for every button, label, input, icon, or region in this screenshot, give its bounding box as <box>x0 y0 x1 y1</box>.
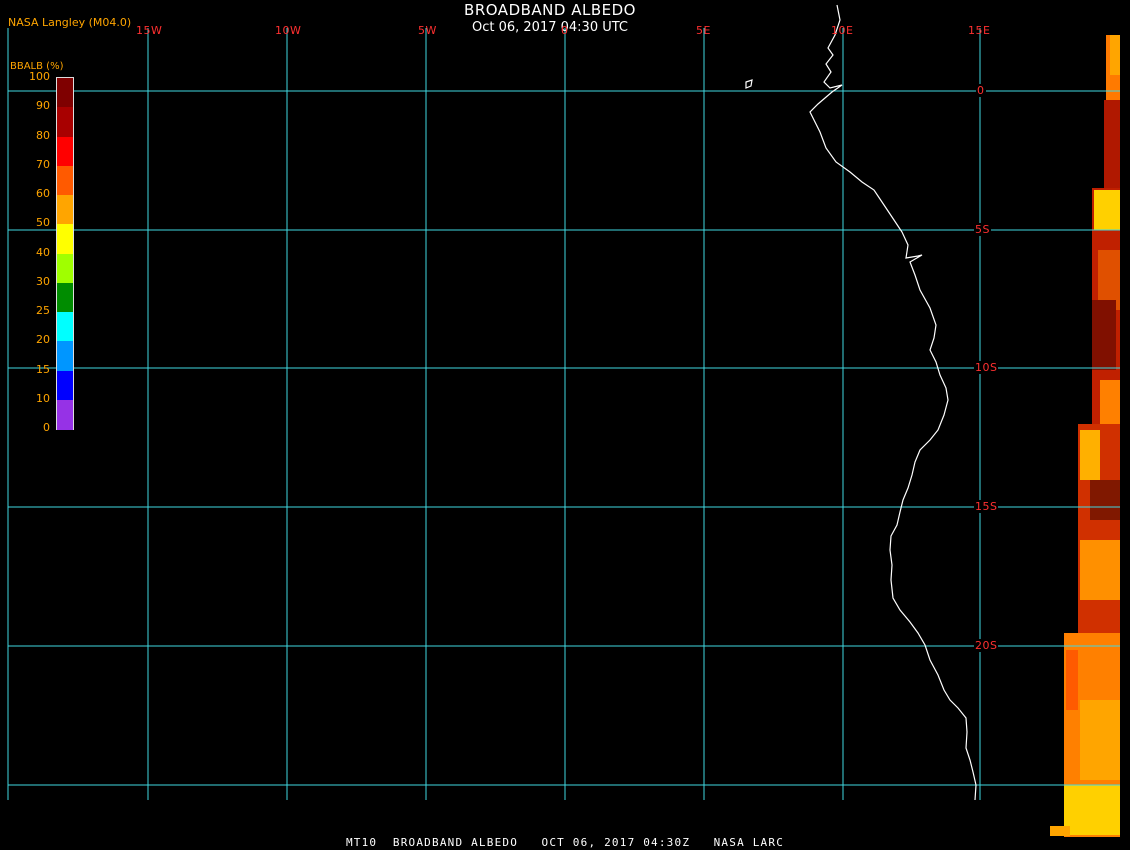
timestamp: Oct 06, 2017 04:30 UTC <box>472 20 628 35</box>
graticule <box>7 28 1120 800</box>
longitude-label: 5W <box>418 24 437 37</box>
legend-swatch <box>57 224 73 254</box>
legend-swatch <box>57 136 73 167</box>
legend-tick-label: 70 <box>36 157 50 171</box>
legend-tick-label: 25 <box>36 304 50 317</box>
longitude-label: 10W <box>275 24 302 37</box>
legend-tick-label: 100 <box>29 70 50 83</box>
longitude-label: 5E <box>696 24 711 37</box>
map-viewer: NASA Langley (M04.0) BROADBAND ALBEDO Oc… <box>0 0 1130 850</box>
color-scale-bar <box>56 77 74 430</box>
latitude-label: 15S <box>974 500 999 513</box>
legend-tick-label: 60 <box>36 187 50 200</box>
legend-swatch <box>57 370 73 401</box>
legend-tick-label: 0 <box>43 421 50 434</box>
legend-tick-label: 20 <box>36 333 50 347</box>
footer-caption: MT10 BROADBAND ALBEDO OCT 06, 2017 04:30… <box>345 836 785 849</box>
longitude-label: 10E <box>831 24 854 37</box>
latitude-label: 0 <box>976 84 986 97</box>
legend-swatch <box>57 399 73 430</box>
latitude-label: 5S <box>974 223 991 236</box>
legend-swatch <box>57 195 73 225</box>
coastline <box>809 4 977 801</box>
longitude-label: 15E <box>968 24 991 37</box>
albedo-swath <box>1050 35 1120 837</box>
latitude-label: 20S <box>974 639 999 652</box>
legend-swatch <box>57 253 73 284</box>
map-canvas <box>7 4 1120 837</box>
island <box>745 79 753 89</box>
legend-swatch <box>57 78 73 108</box>
legend-tick-label: 40 <box>36 245 50 259</box>
page-title: BROADBAND ALBEDO <box>464 1 636 19</box>
legend-swatch <box>57 165 73 196</box>
legend-swatch <box>57 282 73 313</box>
legend-swatch <box>57 107 73 137</box>
legend-tick-label: 30 <box>36 274 50 288</box>
legend-tick-label: 15 <box>36 362 50 376</box>
longitude-label: 0 <box>561 24 569 37</box>
legend-swatch <box>57 341 73 371</box>
longitude-label: 15W <box>136 24 163 37</box>
legend-tick-label: 50 <box>36 216 50 230</box>
legend-tick-label: 90 <box>36 99 50 113</box>
latitude-label: 10S <box>974 361 999 374</box>
legend-swatch <box>57 312 73 342</box>
legend-tick-label: 80 <box>36 128 50 142</box>
legend-tick-label: 10 <box>36 391 50 405</box>
